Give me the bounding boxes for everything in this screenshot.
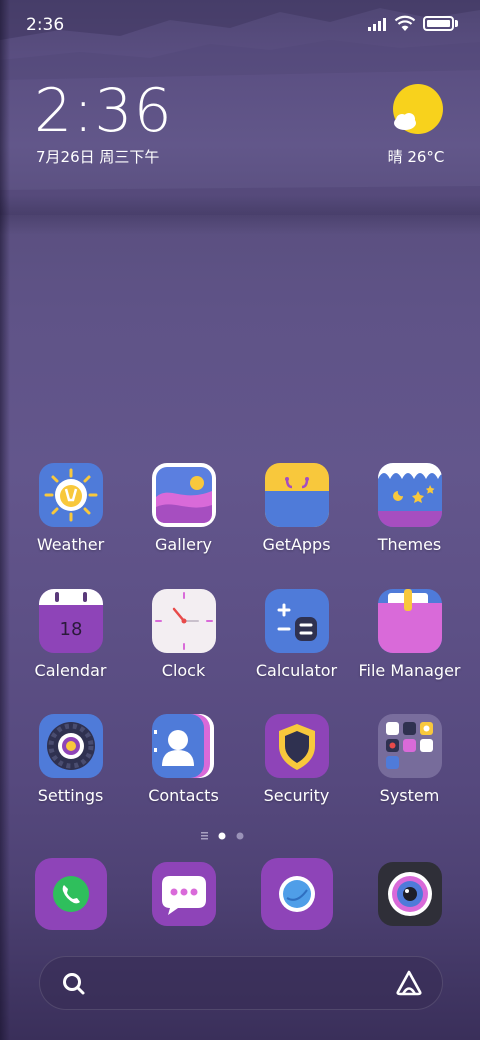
dock-browser[interactable] — [261, 858, 333, 930]
getapps-icon — [265, 463, 329, 527]
app-security[interactable]: Security — [240, 714, 353, 824]
app-label: Security — [263, 786, 330, 805]
search-icon[interactable] — [61, 971, 87, 997]
app-label: System — [379, 786, 440, 805]
battery-icon — [423, 16, 454, 31]
messages-icon — [162, 876, 206, 915]
wallpaper-band — [0, 195, 480, 235]
app-getapps[interactable]: GetApps — [240, 463, 353, 573]
phone-icon — [53, 876, 89, 912]
app-contacts[interactable]: Contacts — [127, 714, 240, 824]
app-file-manager[interactable]: File Manager — [353, 589, 466, 699]
app-label: Clock — [161, 661, 206, 680]
calendar-day: 18 — [59, 619, 83, 640]
app-calendar[interactable]: 18 Calendar — [14, 589, 127, 699]
dock-phone[interactable] — [35, 858, 107, 930]
search-bar[interactable] — [39, 956, 443, 1010]
app-label: File Manager — [358, 661, 461, 680]
calendar-icon: 18 — [39, 589, 103, 653]
app-clock[interactable]: Clock — [127, 589, 240, 699]
weather-widget-text[interactable]: 晴 26°C — [384, 146, 448, 167]
page-indicator-home-icon — [201, 832, 208, 840]
clock-widget-date[interactable]: 7月26日 周三下午 — [36, 146, 159, 167]
browser-icon — [279, 876, 315, 912]
contacts-icon — [152, 714, 216, 778]
page-dot — [236, 832, 244, 840]
assistant-icon[interactable] — [394, 969, 424, 997]
app-label: Contacts — [148, 786, 219, 805]
status-bar: 2:36 — [0, 0, 480, 50]
sunny-cloud-icon[interactable] — [391, 83, 445, 137]
app-label: Gallery — [155, 535, 212, 554]
app-settings[interactable]: Settings — [14, 714, 127, 824]
gallery-icon — [152, 463, 216, 527]
wallpaper-edge — [0, 0, 10, 1040]
app-weather[interactable]: Weather — [14, 463, 127, 573]
signal-icon — [368, 18, 386, 31]
weather-icon — [39, 463, 103, 527]
security-icon — [265, 714, 329, 778]
app-system-folder[interactable]: System — [353, 714, 466, 824]
app-label: Settings — [37, 786, 104, 805]
clock-icon — [152, 589, 216, 653]
file-manager-icon — [378, 589, 442, 653]
page-dot-active — [218, 832, 226, 840]
app-calculator[interactable]: Calculator — [240, 589, 353, 699]
settings-icon — [39, 714, 103, 778]
app-label: Themes — [377, 535, 442, 554]
clock-widget-time[interactable]: 2:36 — [34, 76, 173, 146]
dock-camera[interactable] — [378, 862, 442, 926]
app-label: Calculator — [255, 661, 338, 680]
battery-tip — [455, 20, 458, 27]
system-folder-icon — [378, 714, 442, 778]
app-label: Weather — [36, 535, 105, 554]
camera-icon — [388, 872, 432, 916]
dock-messages[interactable] — [152, 862, 216, 926]
page-indicator[interactable] — [200, 830, 260, 842]
status-time: 2:36 — [26, 15, 65, 35]
wifi-icon — [394, 15, 416, 31]
app-themes[interactable]: Themes — [353, 463, 466, 573]
app-label: GetApps — [262, 535, 331, 554]
calculator-icon — [265, 589, 329, 653]
themes-icon — [378, 463, 442, 527]
app-label: Calendar — [34, 661, 107, 680]
app-gallery[interactable]: Gallery — [127, 463, 240, 573]
